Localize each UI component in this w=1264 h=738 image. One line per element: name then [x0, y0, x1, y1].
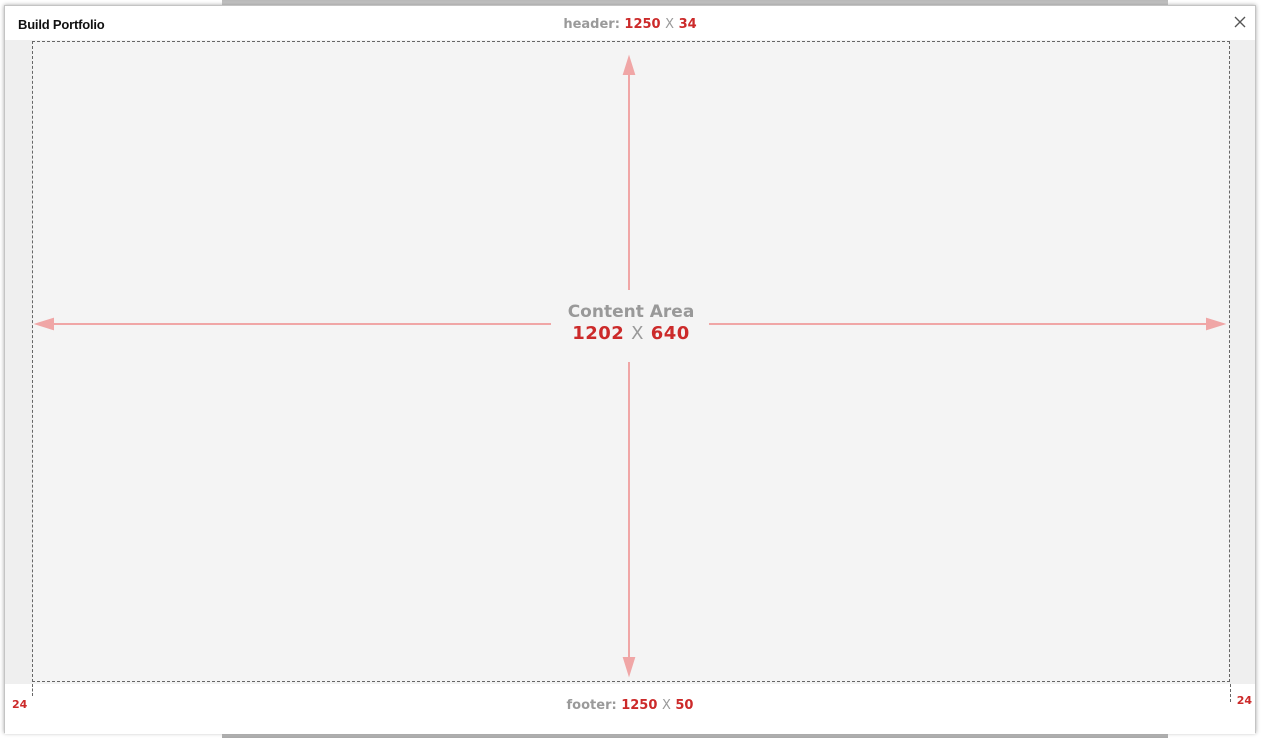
footer-dimension-label: footer: 1250 X 50 [5, 698, 1255, 713]
arrow-right-head [1206, 317, 1227, 331]
footer-height-value: 50 [675, 698, 694, 713]
header-height-value: 34 [678, 17, 697, 32]
dialog-footer: 24 footer: 1250 X 50 24 [5, 684, 1255, 734]
content-area-title: Content Area [567, 302, 695, 322]
header-dimension-label: header: 1250 X 34 [5, 17, 1255, 32]
content-region: Content Area 1202 X 640 [5, 40, 1255, 684]
close-button[interactable] [1233, 15, 1247, 29]
portfolio-dialog: Build Portfolio header: 1250 X 34 Conten… [4, 5, 1256, 734]
header-dimension-separator: X [665, 17, 675, 32]
footer-left-guide [32, 684, 33, 696]
header-dimension-prefix: header: [563, 17, 620, 32]
content-area-label: Content Area 1202 X 640 [551, 302, 711, 345]
footer-dimension-prefix: footer: [566, 698, 617, 713]
footer-width-value: 1250 [621, 698, 658, 713]
right-gutter-width: 24 [1236, 694, 1252, 707]
content-area-dimensions: 1202 X 640 [551, 323, 711, 345]
content-height-value: 640 [650, 323, 690, 344]
arrow-up-head [622, 54, 636, 75]
arrow-down-head [622, 657, 636, 678]
arrow-left-head [33, 317, 54, 331]
footer-dimension-separator: X [661, 698, 671, 713]
dialog-header: Build Portfolio header: 1250 X 34 [5, 6, 1255, 40]
content-dimension-separator: X [631, 323, 644, 344]
close-icon [1234, 16, 1246, 28]
dimension-arrows [33, 54, 1227, 678]
content-width-value: 1202 [572, 323, 625, 344]
header-width-value: 1250 [624, 17, 661, 32]
